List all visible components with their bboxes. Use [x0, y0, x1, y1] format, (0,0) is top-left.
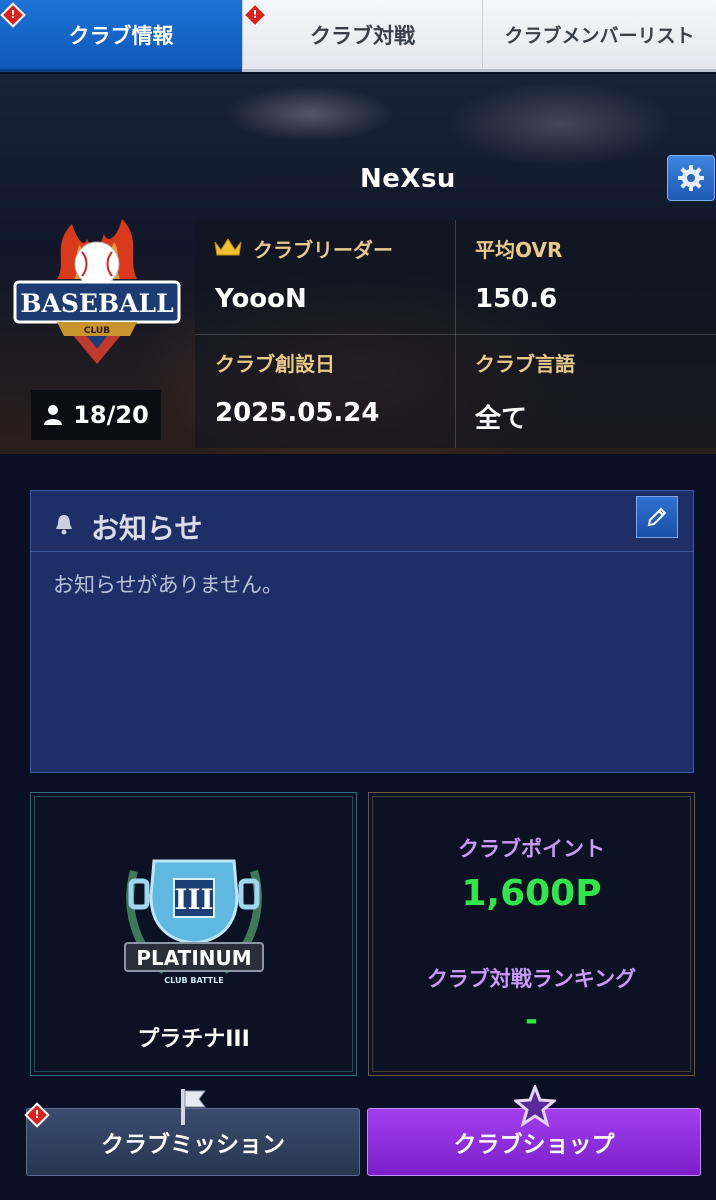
founded-value: 2025.05.24: [215, 398, 380, 428]
flag-icon: [181, 1089, 206, 1125]
pencil-icon: [647, 507, 667, 527]
language-label: クラブ言語: [475, 352, 575, 376]
settings-button[interactable]: [667, 155, 715, 201]
club-rank-panel: III PLATINUM CLUB BATTLE プラチナIII: [30, 792, 357, 1076]
language-cell: クラブ言語 全て: [455, 334, 716, 448]
tab-club-battle[interactable]: クラブ対戦: [242, 0, 482, 72]
svg-text:CLUB BATTLE: CLUB BATTLE: [164, 976, 223, 985]
leader-value: YoooN: [215, 284, 307, 314]
club-battle-ranking-label: クラブ対戦ランキング: [426, 967, 637, 991]
notice-panel: お知らせ お知らせがありません。: [30, 490, 694, 773]
club-rank-name: プラチナIII: [137, 1027, 250, 1052]
club-name: NeXsu: [360, 164, 456, 194]
star-icon: [514, 1085, 556, 1127]
svg-text:CLUB: CLUB: [84, 326, 110, 336]
founded-cell: クラブ創設日 2025.05.24: [195, 334, 455, 448]
tab-club-member-list[interactable]: クラブメンバーリスト: [482, 0, 716, 72]
notice-header: お知らせ: [31, 491, 693, 552]
bell-icon: [56, 515, 72, 535]
member-count-value: 18/20: [73, 401, 149, 429]
club-points-panel: クラブポイント 1,600P クラブ対戦ランキング -: [368, 792, 695, 1076]
avg-ovr-value: 150.6: [475, 284, 558, 314]
edit-notice-button[interactable]: [636, 496, 678, 538]
club-mission-button[interactable]: クラブミッション: [26, 1089, 360, 1176]
person-icon: [44, 405, 63, 425]
platinum-trophy-icon: III PLATINUM CLUB BATTLE: [124, 859, 264, 985]
gear-icon: [678, 165, 704, 191]
crown-icon: [214, 238, 242, 256]
language-value: 全て: [475, 404, 528, 434]
tab-club-info-label: クラブ情報: [68, 23, 174, 48]
svg-text:BASEBALL: BASEBALL: [20, 289, 174, 318]
svg-text:PLATINUM: PLATINUM: [136, 946, 251, 970]
club-emblem: BASEBALL CLUB: [13, 219, 181, 364]
club-points-label: クラブポイント: [458, 837, 605, 861]
club-header: NeXsu BASEBALL CLUB 18/20 クラブリーダー YoooN …: [0, 74, 716, 454]
club-mission-label: クラブミッション: [101, 1132, 285, 1158]
tab-club-info[interactable]: クラブ情報: [0, 0, 242, 72]
club-battle-ranking-value: -: [525, 1003, 538, 1038]
club-points-value: 1,600P: [461, 873, 602, 914]
founded-label: クラブ創設日: [215, 352, 335, 376]
svg-text:III: III: [174, 883, 213, 916]
club-shop-label: クラブショップ: [453, 1132, 615, 1158]
club-info-grid: クラブリーダー YoooN 平均OVR 150.6 クラブ創設日 2025.05…: [195, 220, 716, 448]
notice-title: お知らせ: [91, 512, 203, 545]
avg-ovr-cell: 平均OVR 150.6: [455, 220, 716, 334]
club-shop-button[interactable]: クラブショップ: [367, 1085, 701, 1176]
avg-ovr-label: 平均OVR: [475, 238, 563, 262]
tab-bar: クラブ情報 クラブ対戦 クラブメンバーリスト: [0, 0, 716, 74]
leader-label: クラブリーダー: [253, 238, 393, 262]
tab-club-member-list-label: クラブメンバーリスト: [504, 25, 695, 47]
member-count: 18/20: [31, 390, 161, 440]
notice-message: お知らせがありません。: [53, 573, 283, 597]
leader-cell: クラブリーダー YoooN: [195, 220, 455, 334]
tab-club-battle-label: クラブ対戦: [310, 23, 415, 48]
